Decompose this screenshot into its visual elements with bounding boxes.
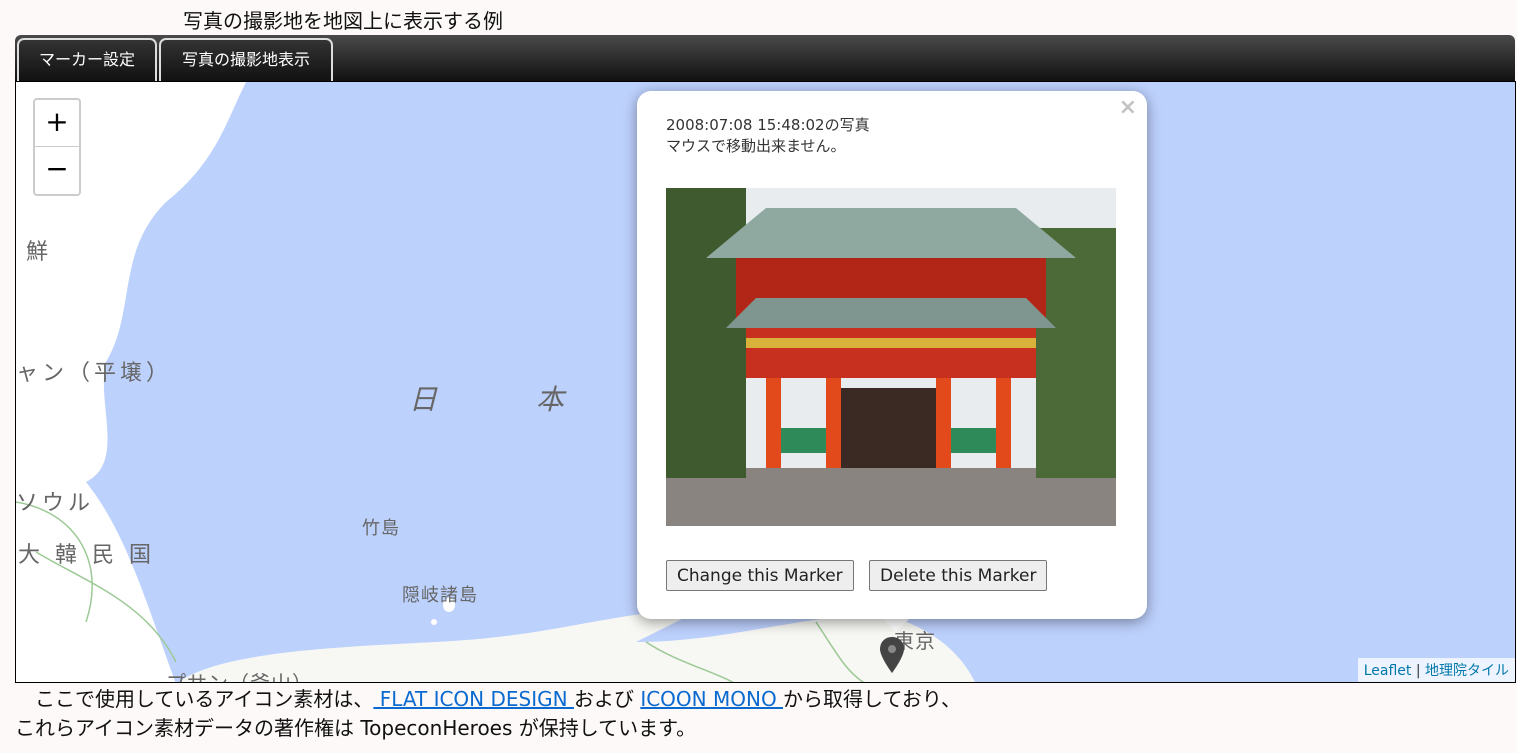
credits: ここで使用しているアイコン素材は、 FLAT ICON DESIGN および I…: [15, 685, 961, 743]
credits-text: ここで使用しているアイコン素材は、: [15, 687, 374, 711]
map-label: 隠岐諸島: [402, 585, 478, 606]
map-label: 本: [536, 383, 569, 416]
map-label: 日: [409, 383, 442, 416]
map-pin-icon[interactable]: [880, 637, 904, 673]
popup-close-button[interactable]: ×: [1119, 95, 1137, 120]
tab-marker-settings[interactable]: マーカー設定: [17, 38, 157, 81]
photo-datetime: 2008:07:08 15:48:02の写真: [666, 116, 870, 134]
gsi-tiles-link[interactable]: 地理院タイル: [1425, 663, 1509, 679]
map-label: プサン（釜山）: [166, 671, 313, 683]
photo-image: [666, 188, 1116, 526]
map-label: ソウル: [16, 491, 95, 516]
credits-text: および: [573, 687, 634, 711]
leaflet-link[interactable]: Leaflet: [1364, 663, 1412, 679]
zoom-in-button[interactable]: +: [35, 100, 79, 147]
attribution-separator: |: [1411, 663, 1425, 679]
icoon-mono-link[interactable]: ICOON MONO: [640, 687, 783, 711]
credits-text: から取得しており、: [783, 687, 962, 711]
popup-note: マウスで移動出来ません。: [666, 137, 846, 155]
tab-photo-location[interactable]: 写真の撮影地表示: [159, 38, 333, 81]
photo-popup: × 2008:07:08 15:48:02の写真 マウスで移動出来ません。 Ch…: [637, 91, 1147, 619]
map-attribution: Leaflet | 地理院タイル: [1357, 658, 1515, 682]
zoom-out-button[interactable]: −: [35, 147, 79, 193]
page-title: 写真の撮影地を地図上に表示する例: [183, 9, 503, 33]
map-label: 鮮: [26, 240, 53, 265]
copyright-text: これらアイコン素材データの著作権は TopeconHeroes が保持しています…: [15, 716, 697, 740]
map[interactable]: 鮮 ャン（平壌） 日 本 ソウル 大 韓 民 国 竹島 隠岐諸島 東京 プサン（…: [15, 81, 1516, 683]
change-marker-button[interactable]: Change this Marker: [666, 560, 854, 591]
flat-icon-design-link[interactable]: FLAT ICON DESIGN: [373, 687, 574, 711]
tab-bar: マーカー設定 写真の撮影地表示: [15, 35, 1515, 81]
map-label: ャン（平壌）: [16, 361, 173, 386]
map-label: 大 韓 民 国: [18, 543, 155, 568]
map-label: 竹島: [362, 518, 400, 539]
zoom-control: + −: [33, 98, 81, 196]
delete-marker-button[interactable]: Delete this Marker: [869, 560, 1048, 591]
